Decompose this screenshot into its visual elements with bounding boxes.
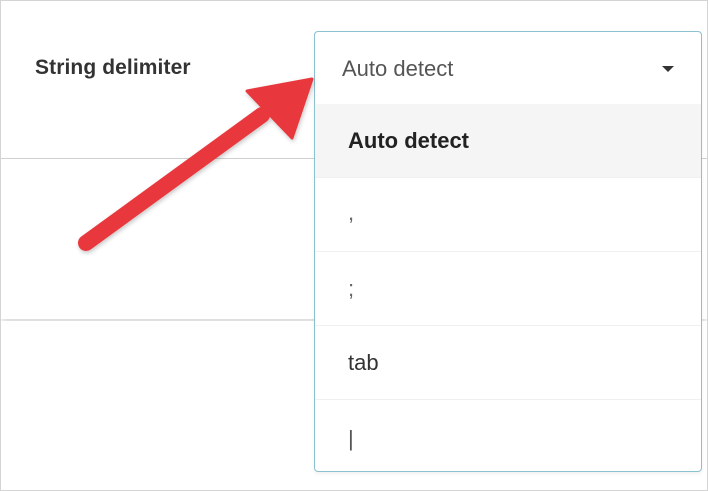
option-label: Auto detect: [348, 128, 469, 153]
option-comma[interactable]: ,: [315, 177, 701, 251]
string-delimiter-dropdown[interactable]: Auto detect Auto detect , ; tab |: [314, 31, 702, 472]
option-label: |: [348, 426, 354, 451]
option-label: tab: [348, 350, 379, 375]
option-semicolon[interactable]: ;: [315, 251, 701, 325]
option-label: ;: [348, 276, 355, 301]
settings-panel: String delimiter Auto detect Auto detect…: [0, 0, 708, 491]
selected-value: Auto detect: [342, 56, 454, 81]
option-auto-detect[interactable]: Auto detect: [315, 104, 701, 177]
option-label: ,: [348, 200, 355, 225]
string-delimiter-select[interactable]: Auto detect: [315, 32, 701, 104]
option-pipe[interactable]: |: [315, 399, 701, 471]
string-delimiter-label: String delimiter: [35, 56, 191, 79]
option-tab[interactable]: tab: [315, 325, 701, 399]
chevron-down-icon[interactable]: [662, 66, 674, 72]
